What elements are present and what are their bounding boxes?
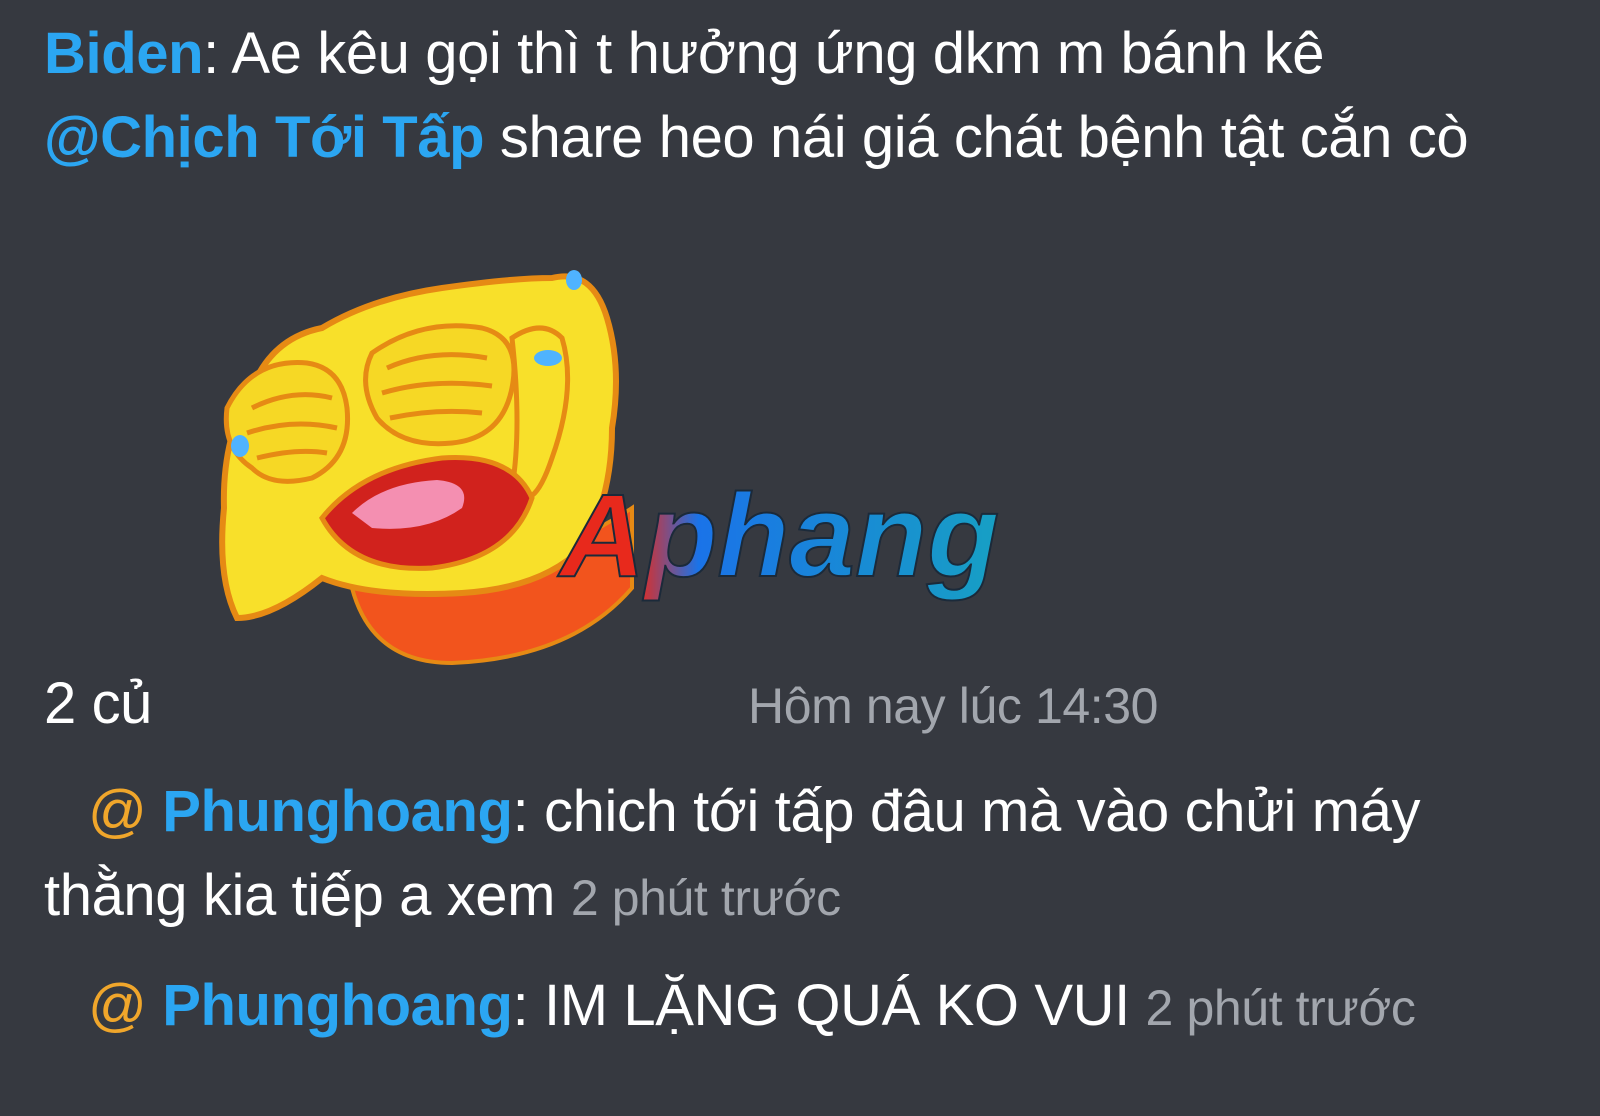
timestamp: Hôm nay lúc 14:30 bbox=[748, 678, 1159, 734]
separator: : bbox=[203, 21, 232, 86]
message-line: @ Phunghoang: chich tới tấp đâu mà vào c… bbox=[44, 770, 1420, 854]
chat-message: Biden: Ae kêu gọi thì t hưởng ứng dkm m … bbox=[44, 12, 1469, 180]
chat-screen: Biden: Ae kêu gọi thì t hưởng ứng dkm m … bbox=[0, 0, 1600, 1116]
message-line: @Chịch Tới Tấp share heo nái giá chát bệ… bbox=[44, 96, 1469, 180]
username-link[interactable]: Biden bbox=[44, 21, 204, 86]
at-icon: @ bbox=[88, 973, 147, 1038]
chat-message: @ Phunghoang: chich tới tấp đâu mà vào c… bbox=[44, 770, 1420, 940]
message-text: chich tới tấp đâu mà vào chửi máy bbox=[544, 779, 1421, 844]
message-text: thằng kia tiếp a xem bbox=[44, 863, 556, 928]
chat-message: @ Phunghoang: IM LẶNG QUÁ KO VUI 2 phút … bbox=[44, 964, 1416, 1050]
message-line: thằng kia tiếp a xem 2 phút trước bbox=[44, 854, 1420, 940]
separator: : bbox=[512, 779, 545, 844]
message-text: 2 củ bbox=[44, 671, 153, 736]
at-icon: @ bbox=[88, 779, 147, 844]
timestamp: 2 phút trước bbox=[570, 870, 841, 926]
chat-message: 2 củ Hôm nay lúc 14:30 bbox=[44, 662, 1159, 746]
username-link[interactable]: Phunghoang bbox=[162, 973, 513, 1038]
mention-link[interactable]: @Chịch Tới Tấp bbox=[44, 105, 485, 170]
svg-text:Aphang: Aphang bbox=[557, 470, 999, 602]
message-line: Biden: Ae kêu gọi thì t hưởng ứng dkm m … bbox=[44, 12, 1468, 96]
message-text: Ae kêu gọi thì t hưởng ứng dkm m bánh kê bbox=[231, 21, 1325, 86]
separator: : bbox=[512, 973, 545, 1038]
username-link[interactable]: Phunghoang bbox=[162, 779, 513, 844]
message-text: IM LẶNG QUÁ KO VUI bbox=[544, 973, 1130, 1038]
timestamp: 2 phút trước bbox=[1145, 980, 1416, 1036]
watermark-logo: Aphang bbox=[556, 469, 1000, 603]
message-text: share heo nái giá chát bệnh tật cắn cò bbox=[484, 105, 1469, 170]
